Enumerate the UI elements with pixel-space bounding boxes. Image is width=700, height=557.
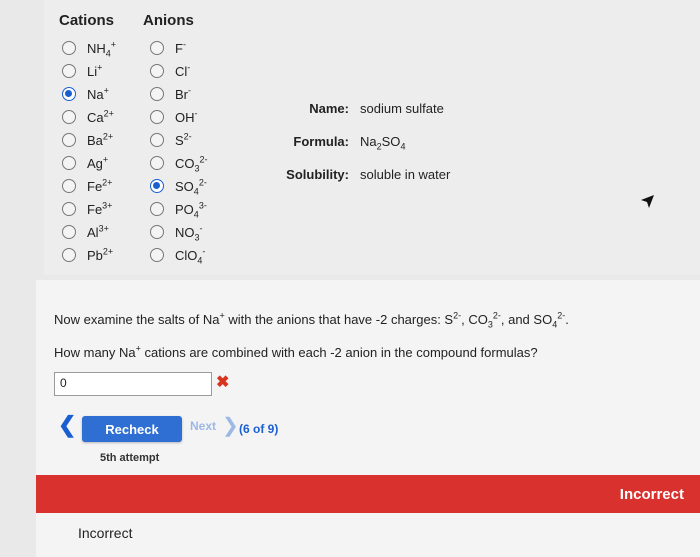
anion-label: ClO4- — [175, 246, 206, 266]
anion-label: S2- — [175, 131, 192, 148]
cation-option[interactable]: Ag+ — [62, 152, 108, 174]
radio-button-icon[interactable] — [62, 64, 76, 78]
radio-button-icon[interactable] — [62, 179, 76, 193]
question-text-line-2: How many Na+ cations are combined with e… — [54, 343, 538, 360]
back-arrow-icon[interactable]: ❮ — [58, 412, 76, 438]
cation-label: Ba2+ — [87, 131, 114, 148]
anion-option[interactable]: Br- — [150, 83, 191, 105]
anion-label: F- — [175, 39, 186, 56]
radio-button-icon[interactable] — [150, 133, 164, 147]
question-progress: (6 of 9) — [239, 422, 279, 436]
recheck-button[interactable]: Recheck — [82, 416, 182, 442]
cation-option[interactable]: Fe3+ — [62, 198, 112, 220]
radio-button-icon[interactable] — [150, 179, 164, 193]
anion-option[interactable]: SO42- — [150, 175, 207, 197]
cation-option[interactable]: Li+ — [62, 60, 102, 82]
cation-label: Li+ — [87, 62, 103, 79]
cation-option[interactable]: Ba2+ — [62, 129, 113, 151]
anion-label: Br- — [175, 85, 191, 102]
anion-label: CO32- — [175, 154, 208, 174]
formula-label: Formula: — [293, 134, 349, 149]
answer-input[interactable]: 0 — [54, 372, 212, 396]
radio-button-icon[interactable] — [62, 248, 76, 262]
next-chevron-icon[interactable]: ❯ — [222, 413, 239, 438]
radio-button-icon[interactable] — [150, 41, 164, 55]
anion-label: OH- — [175, 108, 198, 125]
cation-option[interactable]: Al3+ — [62, 221, 109, 243]
solubility-label: Solubility: — [286, 167, 349, 182]
anion-option[interactable]: CO32- — [150, 152, 208, 174]
cation-option[interactable]: Pb2+ — [62, 244, 113, 266]
anion-label: SO42- — [175, 177, 207, 197]
question-text-line-1: Now examine the salts of Na+ with the an… — [54, 310, 569, 330]
anion-option[interactable]: ClO4- — [150, 244, 205, 266]
anion-option[interactable]: NO3- — [150, 221, 203, 243]
name-label: Name: — [309, 101, 349, 116]
anion-option[interactable]: S2- — [150, 129, 192, 151]
radio-button-icon[interactable] — [62, 225, 76, 239]
next-button[interactable]: Next — [190, 419, 216, 433]
cation-label: NH4+ — [87, 39, 117, 59]
cation-label: Ca2+ — [87, 108, 114, 125]
cation-label: Na+ — [87, 85, 109, 102]
feedback-text: Incorrect — [78, 525, 133, 541]
anion-label: Cl- — [175, 62, 191, 79]
attempt-count: 5th attempt — [100, 452, 160, 464]
radio-button-icon[interactable] — [62, 110, 76, 124]
banner-text: Incorrect — [619, 486, 684, 503]
anion-option[interactable]: Cl- — [150, 60, 190, 82]
incorrect-banner: Incorrect — [36, 475, 700, 513]
radio-button-icon[interactable] — [62, 87, 76, 101]
cation-option[interactable]: Ca2+ — [62, 106, 114, 128]
cations-header: Cations — [59, 12, 115, 29]
cation-label: Fe3+ — [87, 200, 113, 217]
anion-option[interactable]: F- — [150, 37, 186, 59]
radio-button-icon[interactable] — [150, 64, 164, 78]
cation-option[interactable]: Fe2+ — [62, 175, 112, 197]
radio-button-icon[interactable] — [62, 133, 76, 147]
anion-option[interactable]: PO43- — [150, 198, 207, 220]
solubility-value: soluble in water — [360, 167, 451, 182]
radio-button-icon[interactable] — [150, 156, 164, 170]
incorrect-x-icon: ✖ — [216, 374, 230, 391]
radio-button-icon[interactable] — [150, 110, 164, 124]
radio-button-icon[interactable] — [62, 41, 76, 55]
cation-option[interactable]: Na+ — [62, 83, 109, 105]
cation-label: Al3+ — [87, 223, 109, 240]
radio-button-icon[interactable] — [150, 87, 164, 101]
formula-value: Na2SO4 — [360, 134, 406, 152]
name-value: sodium sulfate — [360, 101, 444, 116]
radio-button-icon[interactable] — [150, 202, 164, 216]
radio-button-icon[interactable] — [62, 156, 76, 170]
cation-label: Ag+ — [87, 154, 109, 171]
cation-option[interactable]: NH4+ — [62, 37, 116, 59]
anion-label: PO43- — [175, 200, 207, 220]
radio-button-icon[interactable] — [150, 225, 164, 239]
anion-label: NO3- — [175, 223, 203, 243]
cation-label: Pb2+ — [87, 246, 114, 263]
radio-button-icon[interactable] — [150, 248, 164, 262]
anions-header: Anions — [143, 12, 194, 29]
cation-label: Fe2+ — [87, 177, 113, 194]
mouse-cursor-icon — [641, 195, 654, 208]
radio-button-icon[interactable] — [62, 202, 76, 216]
anion-option[interactable]: OH- — [150, 106, 198, 128]
